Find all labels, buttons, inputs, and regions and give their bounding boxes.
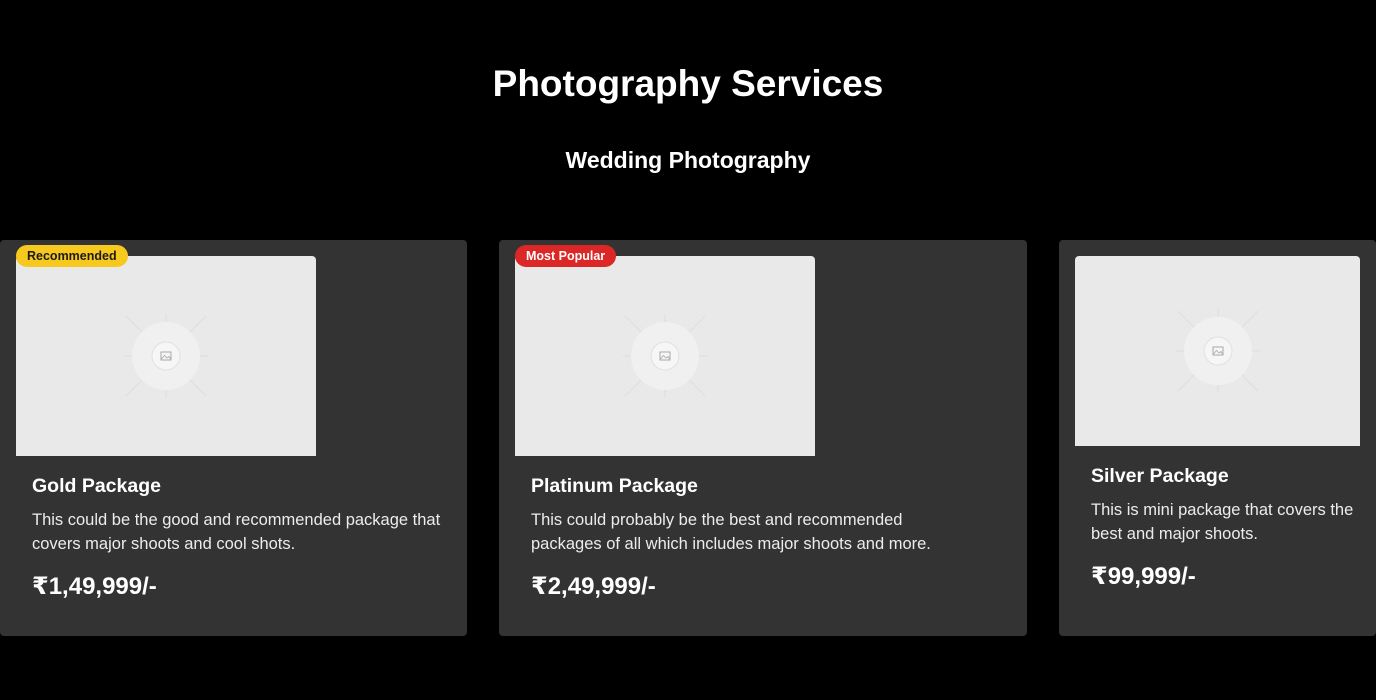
- package-card-silver[interactable]: Silver Package This is mini package that…: [1059, 240, 1376, 636]
- package-title: Platinum Package: [531, 475, 698, 497]
- package-title: Silver Package: [1091, 465, 1229, 487]
- most-popular-badge: Most Popular: [515, 245, 617, 267]
- package-description: This is mini package that covers the bes…: [1091, 501, 1354, 543]
- page-title: Photography Services: [492, 63, 884, 104]
- image-placeholder-icon: [1175, 309, 1260, 393]
- image-placeholder-icon: [124, 314, 208, 398]
- package-description: This could be the good and recommended p…: [32, 511, 441, 553]
- package-image: [515, 256, 815, 456]
- package-description: This could probably be the best and reco…: [531, 511, 931, 553]
- package-price: ₹2,49,999/-: [531, 573, 656, 600]
- recommended-badge: Recommended: [16, 245, 128, 267]
- section-subtitle: Wedding Photography: [565, 147, 811, 173]
- package-title: Gold Package: [32, 475, 161, 497]
- package-price: ₹99,999/-: [1091, 563, 1196, 590]
- package-image: [16, 256, 316, 456]
- image-placeholder-icon: [623, 314, 707, 398]
- package-card-platinum[interactable]: Most Popular Platinum Package This could…: [499, 240, 1027, 636]
- package-image: [1075, 256, 1360, 446]
- package-price: ₹1,49,999/-: [32, 573, 157, 600]
- package-card-gold[interactable]: Recommended Gold Package This could be t…: [0, 240, 467, 636]
